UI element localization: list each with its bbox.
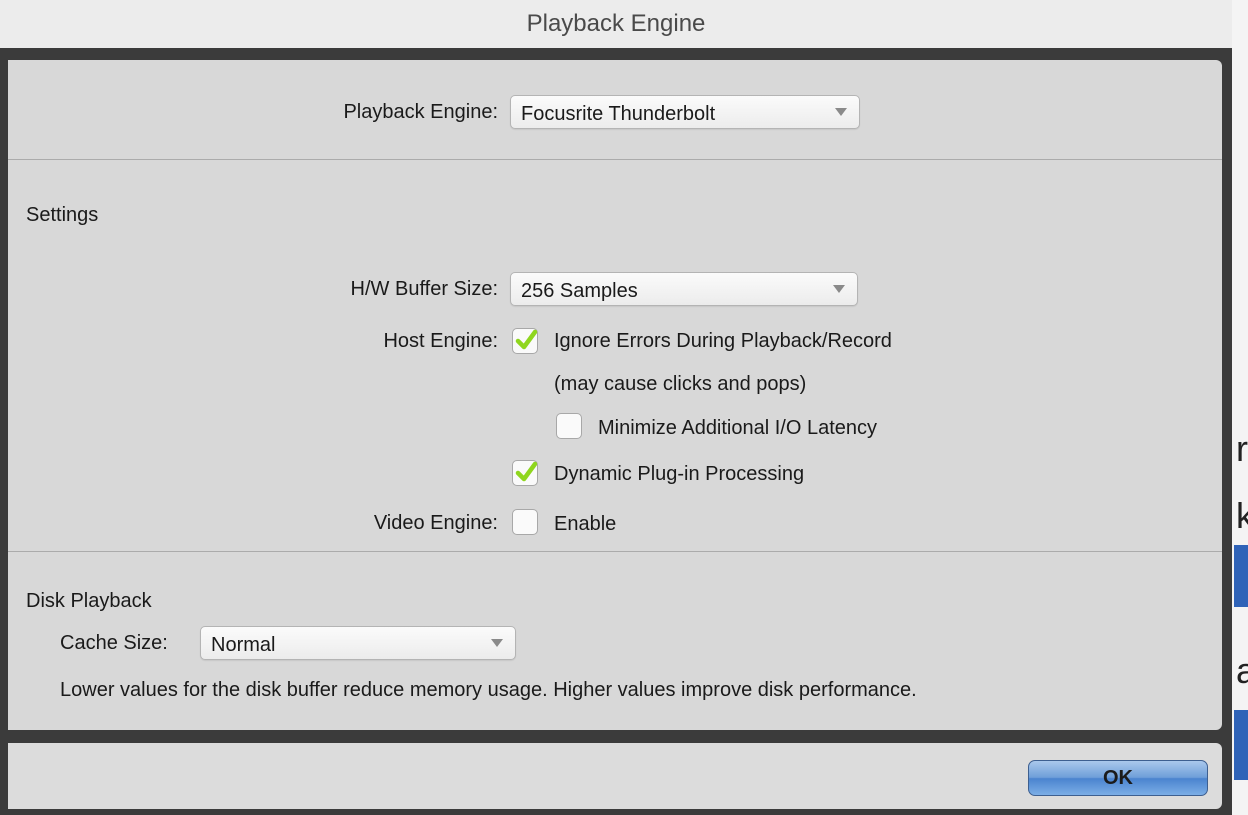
chevron-down-icon	[835, 108, 847, 116]
playback-engine-label: Playback Engine:	[343, 101, 498, 123]
ignore-errors-label: Ignore Errors During Playback/Record	[554, 330, 892, 352]
settings-section-title: Settings	[26, 204, 99, 226]
ignore-errors-note: (may cause clicks and pops)	[554, 373, 807, 395]
video-enable-checkbox[interactable]	[512, 509, 538, 535]
disk-buffer-note: Lower values for the disk buffer reduce …	[60, 679, 917, 701]
background-text-fragment: a	[1236, 650, 1248, 691]
chevron-down-icon	[833, 285, 845, 293]
buffer-size-select[interactable]: 256 Samples	[510, 272, 858, 306]
cache-size-value: Normal	[211, 634, 276, 656]
cache-size-select[interactable]: Normal	[200, 626, 516, 660]
checkmark-icon	[515, 329, 538, 350]
dynamic-plugin-checkbox[interactable]	[512, 460, 538, 486]
divider	[8, 551, 1222, 552]
video-engine-label: Video Engine:	[373, 512, 498, 534]
window-title: Playback Engine	[526, 10, 706, 37]
window-titlebar: Playback Engine	[0, 0, 1232, 49]
playback-engine-value: Focusrite Thunderbolt	[521, 103, 716, 125]
ignore-errors-checkbox[interactable]	[512, 328, 538, 354]
minimize-latency-checkbox[interactable]	[556, 413, 582, 439]
background-text-fragment: k	[1236, 495, 1248, 536]
host-engine-label: Host Engine:	[383, 330, 498, 352]
dynamic-plugin-label: Dynamic Plug-in Processing	[554, 463, 805, 485]
playback-engine-select[interactable]: Focusrite Thunderbolt	[510, 95, 860, 129]
divider	[8, 159, 1222, 160]
checkmark-icon	[515, 461, 538, 482]
cache-size-label: Cache Size:	[60, 632, 168, 654]
ok-button[interactable]: OK	[1028, 760, 1208, 796]
buffer-size-value: 256 Samples	[521, 280, 638, 302]
background-highlight	[1234, 710, 1248, 780]
minimize-latency-label: Minimize Additional I/O Latency	[598, 417, 878, 439]
video-enable-label: Enable	[554, 513, 617, 535]
background-highlight	[1234, 545, 1248, 607]
buffer-size-label: H/W Buffer Size:	[350, 278, 498, 300]
background-text-fragment: r	[1236, 428, 1248, 469]
chevron-down-icon	[491, 639, 503, 647]
disk-playback-section-title: Disk Playback	[26, 590, 152, 612]
